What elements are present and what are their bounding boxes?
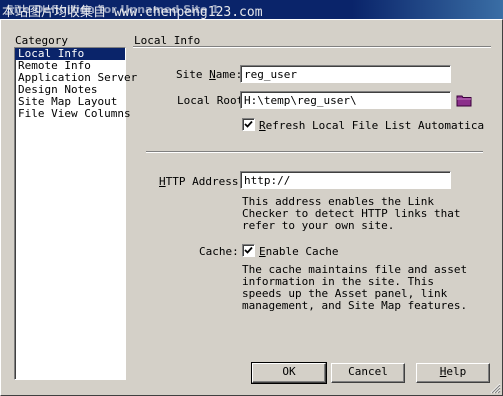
enable-cache-access-key: E — [259, 245, 266, 258]
http-address-help: This address enables the Link Checker to… — [242, 195, 461, 232]
enable-cache-checkbox[interactable] — [242, 244, 255, 257]
http-address-access-key: H — [159, 175, 166, 188]
local-root-input[interactable]: H:\temp\reg_user\ — [240, 91, 451, 109]
checkmark-icon — [244, 120, 253, 128]
local-root-label: Local Root — [177, 94, 244, 107]
panel-title-rule — [133, 46, 491, 48]
title-bar[interactable]: Site Definition for Unnamed Site 1 本站图片均… — [0, 0, 503, 19]
site-name-access-key: N — [209, 68, 216, 81]
refresh-checkbox[interactable] — [242, 118, 255, 131]
category-item-file-view-columns[interactable]: File View Columns — [15, 108, 131, 120]
site-name-label-pre: Site — [176, 68, 210, 81]
cache-help: The cache maintains file and asset infor… — [242, 263, 468, 312]
help-button[interactable]: Help — [416, 363, 490, 383]
category-label: Category — [15, 34, 68, 47]
refresh-access-key: R — [259, 119, 266, 132]
category-list[interactable]: Local Info Remote Info Application Serve… — [14, 47, 137, 380]
help-button-label: elp — [446, 365, 467, 378]
folder-browse-icon[interactable] — [456, 93, 472, 107]
http-address-input[interactable]: http:// — [240, 171, 451, 189]
ok-button[interactable]: OK — [251, 362, 327, 384]
resize-grip-icon[interactable] — [489, 382, 501, 394]
refresh-label[interactable]: Refresh Local File List Automatica — [259, 119, 484, 132]
site-name-label: Site Name: — [176, 68, 242, 81]
site-name-input[interactable]: reg_user — [240, 65, 451, 83]
site-name-label-post: ame: — [215, 68, 243, 81]
cancel-button[interactable]: Cancel — [331, 363, 405, 383]
cache-label: Cache: — [199, 245, 239, 258]
section-divider — [146, 151, 483, 153]
checkmark-icon — [244, 246, 253, 254]
http-address-label: HTTP Address: — [159, 175, 245, 188]
watermark-text: 本站图片均收集自 www.chenpeng123.com — [2, 5, 263, 19]
enable-cache-label[interactable]: Enable Cache — [259, 245, 338, 258]
enable-cache-label-text: nable Cache — [265, 245, 339, 258]
refresh-label-text: efresh Local File List Automatica — [265, 119, 485, 132]
http-address-label-text: TTP Address: — [165, 175, 246, 188]
